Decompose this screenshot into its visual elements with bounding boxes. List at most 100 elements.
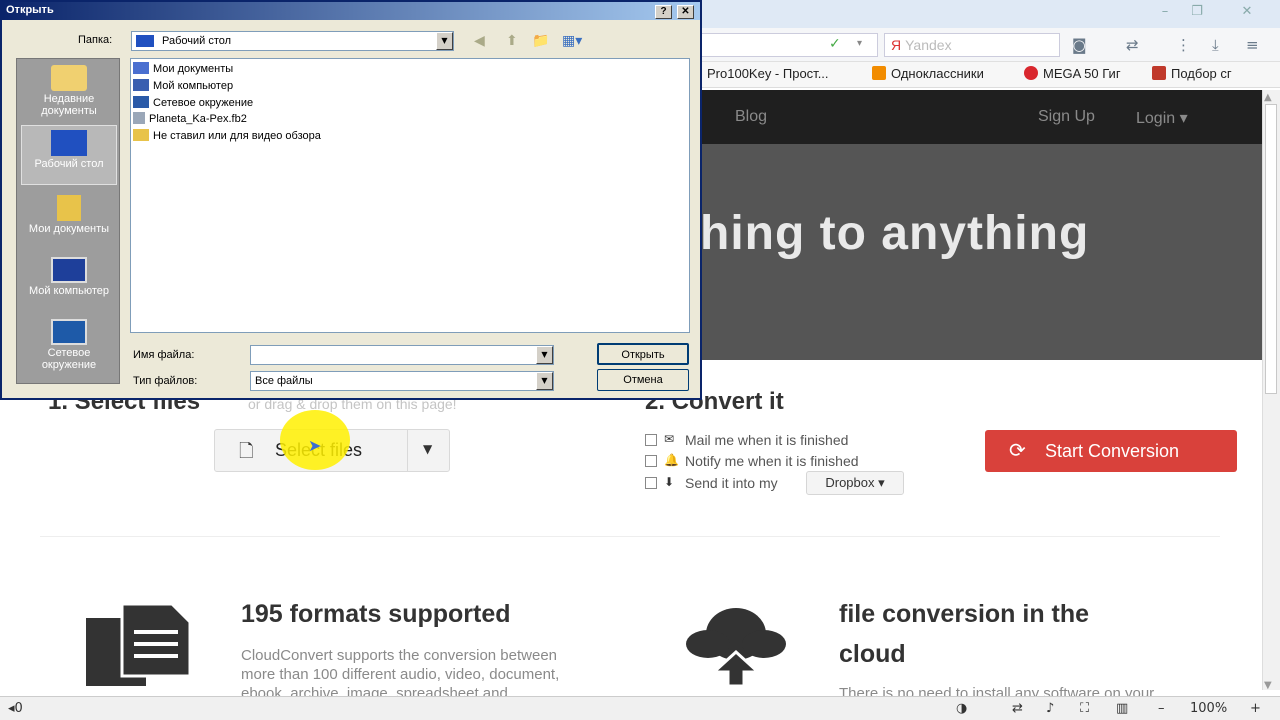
place-network[interactable]: Сетевое окружение [21, 319, 117, 371]
fb2-file-icon [133, 112, 145, 124]
download-icon[interactable]: ⤓ [1212, 36, 1219, 54]
cloud-upload-icon [686, 608, 786, 686]
dropbox-dropdown[interactable]: Dropbox ▾ [806, 471, 904, 495]
place-desktop[interactable]: Рабочий стол [21, 125, 117, 185]
bookmark-odnoklassniki[interactable]: Одноклассники [872, 66, 984, 81]
desktop-icon [136, 35, 154, 47]
send-checkbox[interactable] [645, 477, 657, 489]
status-sound-icon[interactable]: ◂0 [8, 701, 23, 716]
bookmark-podbor[interactable]: Подбор сг [1152, 66, 1232, 81]
mega-icon [1024, 66, 1038, 80]
bookmark-mega[interactable]: MEGA 50 Гиг [1024, 66, 1121, 81]
scroll-down-icon[interactable]: ▼ [1264, 680, 1272, 691]
network-icon [51, 319, 87, 345]
mail-option-label: Mail me when it is finished [685, 432, 849, 448]
settings-icon[interactable]: ≡ [1246, 36, 1259, 54]
place-my-documents[interactable]: Мои документы [21, 195, 117, 235]
open-button[interactable]: Открыть [597, 343, 689, 365]
address-dropdown-icon[interactable]: ▾ [857, 38, 862, 49]
nav-blog[interactable]: Blog [735, 108, 767, 126]
secure-icon: ✓ [829, 36, 841, 52]
zoom-out-icon[interactable]: – [1158, 701, 1165, 716]
desktop-place-icon [51, 130, 87, 156]
status-fullscreen-icon[interactable]: ⛶ [1080, 701, 1089, 716]
file-list[interactable]: Мои документы Мой компьютер Сетевое окру… [130, 58, 690, 333]
select-dropdown-icon[interactable]: ▼ [423, 442, 432, 456]
yandex-icon: Я [891, 37, 902, 53]
feature1-title: 195 formats supported [241, 600, 511, 628]
mail-checkbox[interactable] [645, 434, 657, 446]
notify-option-label: Notify me when it is finished [685, 453, 859, 469]
status-reader-icon[interactable]: ▥ [1116, 701, 1128, 716]
scrollbar-thumb[interactable] [1265, 104, 1277, 394]
status-turbo-icon[interactable]: ⇄ [1012, 701, 1023, 716]
start-conversion-button[interactable]: ⟳ Start Conversion [985, 430, 1237, 472]
feature1-line2: more than 100 different audio, video, do… [241, 666, 560, 683]
zoom-level: 100% [1190, 701, 1228, 716]
nav-login[interactable]: Login ▾ [1136, 108, 1188, 128]
section-divider [40, 536, 1220, 537]
places-bar: Недавние документы Рабочий стол Мои доку… [16, 58, 120, 384]
file-item[interactable]: Planeta_Ka-Pex.fb2 [133, 112, 247, 125]
zoom-in-icon[interactable]: + [1250, 701, 1261, 716]
restore-button[interactable]: ❐ [1182, 2, 1212, 22]
status-volume-icon[interactable]: ♪ [1046, 701, 1054, 716]
feature2-title-line1: file conversion in the [839, 600, 1090, 628]
lookin-dropdown-arrow[interactable]: ▼ [436, 32, 453, 50]
nav-signup[interactable]: Sign Up [1038, 108, 1095, 126]
send-option-label: Send it into my [685, 475, 778, 491]
cancel-button[interactable]: Отмена [597, 369, 689, 391]
up-folder-icon[interactable]: ⬆ [506, 33, 518, 49]
lookin-dropdown[interactable]: Рабочий стол ▼ [131, 31, 454, 51]
filetype-dropdown-arrow[interactable]: ▼ [536, 372, 553, 390]
file-item[interactable]: Мои документы [133, 62, 233, 75]
computer-icon [133, 79, 149, 91]
filename-label: Имя файла: [133, 349, 195, 361]
dialog-title-bar: Открыть [2, 2, 700, 20]
file-item[interactable]: Не ставил или для видео обзора [133, 129, 321, 142]
screenshot-icon[interactable]: ◙ [1072, 36, 1087, 54]
bell-icon: 🔔 [664, 453, 679, 467]
file-item[interactable]: Сетевое окружение [133, 96, 253, 109]
refresh-icon: ⟳ [1009, 438, 1026, 462]
lookin-label: Папка: [78, 34, 113, 46]
minimize-button[interactable]: – [1150, 2, 1180, 22]
filename-dropdown-arrow[interactable]: ▼ [536, 346, 553, 364]
view-menu-icon[interactable]: ▦▾ [562, 33, 582, 49]
bookmark-pro100key[interactable]: Pro100Key - Прост... [707, 66, 829, 81]
odnoklassniki-icon [872, 66, 886, 80]
place-my-computer[interactable]: Мой компьютер [21, 257, 117, 297]
translate-icon[interactable]: ⇄ [1126, 36, 1139, 54]
documents-icon [86, 604, 190, 686]
mouse-pointer-icon: ➤ [308, 436, 322, 455]
new-folder-icon[interactable]: 📁 [532, 33, 549, 49]
dialog-title: Открыть [6, 4, 54, 16]
mail-icon: ✉ [664, 432, 675, 446]
button-separator [407, 430, 408, 471]
add-file-icon: 🗋 [239, 441, 254, 462]
my-documents-icon [57, 195, 81, 221]
hero-headline: hing to anything [700, 207, 1090, 260]
feature2-title-line2: cloud [839, 640, 906, 668]
download-cloud-icon: ⬇ [664, 475, 675, 489]
filetype-label: Тип файлов: [133, 375, 198, 387]
menu-icon[interactable]: ⋮ [1176, 36, 1191, 54]
dialog-help-button[interactable]: ? [655, 5, 672, 19]
search-input[interactable]: Я Yandex [884, 33, 1060, 57]
feature1-line1: CloudConvert supports the conversion bet… [241, 647, 558, 664]
close-window-button[interactable]: ✕ [1232, 2, 1262, 22]
place-recent[interactable]: Недавние документы [21, 65, 117, 117]
folder-icon [133, 129, 149, 141]
my-computer-icon [51, 257, 87, 283]
address-bar[interactable]: ✓ ▾ [700, 33, 878, 57]
recent-documents-icon [51, 65, 87, 91]
network-folder-icon [133, 96, 149, 108]
filetype-select[interactable]: Все файлы ▼ [250, 371, 554, 391]
file-item[interactable]: Мой компьютер [133, 79, 233, 92]
scroll-up-icon[interactable]: ▲ [1264, 92, 1272, 103]
dialog-close-button[interactable]: ✕ [677, 5, 694, 19]
filename-input[interactable]: ▼ [250, 345, 554, 365]
back-icon[interactable]: ◀ [474, 33, 485, 49]
notify-checkbox[interactable] [645, 455, 657, 467]
status-security-icon[interactable]: ◑ [956, 701, 967, 716]
